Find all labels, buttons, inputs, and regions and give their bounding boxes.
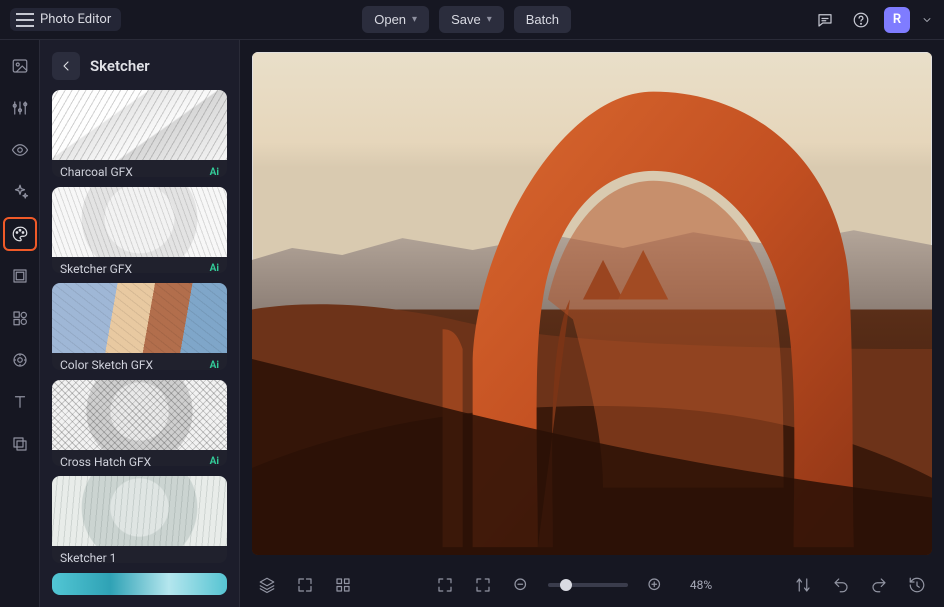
effect-thumb <box>52 283 227 353</box>
effect-thumb <box>52 187 227 257</box>
retouch-icon[interactable] <box>8 348 32 372</box>
avatar[interactable]: R <box>884 7 910 33</box>
redo-icon[interactable] <box>868 574 890 596</box>
bottombar-center: 48% <box>434 574 712 596</box>
palette-icon[interactable] <box>8 222 32 246</box>
zoom-out-icon[interactable] <box>510 574 532 596</box>
effect-label: Cross Hatch GFX <box>60 455 151 467</box>
sidebar-head: Sketcher <box>40 40 239 90</box>
bottombar-right <box>792 574 928 596</box>
effect-card-crosshatch[interactable]: Cross Hatch GFX Ai <box>52 380 227 467</box>
compare-icon[interactable] <box>792 574 814 596</box>
effects-sidebar: Sketcher Charcoal GFX Ai Sketcher GFX Ai C… <box>40 40 240 607</box>
comment-icon[interactable] <box>812 7 838 33</box>
fit-icon[interactable] <box>472 574 494 596</box>
topbar-right: R <box>812 7 934 33</box>
sparkles-icon[interactable] <box>8 180 32 204</box>
effect-thumb <box>52 380 227 450</box>
effect-card-partial[interactable] <box>52 573 227 595</box>
bottombar-left <box>256 574 354 596</box>
tool-rail <box>0 40 40 607</box>
hamburger-icon <box>16 13 34 27</box>
help-icon[interactable] <box>848 7 874 33</box>
effect-card-colorsketch[interactable]: Color Sketch GFX Ai <box>52 283 227 370</box>
app-menu[interactable]: Photo Editor <box>10 8 121 31</box>
history-icon[interactable] <box>906 574 928 596</box>
main: Sketcher Charcoal GFX Ai Sketcher GFX Ai C… <box>0 40 944 607</box>
fullscreen-icon[interactable] <box>434 574 456 596</box>
ai-badge: Ai <box>210 456 219 466</box>
chevron-down-icon: ▾ <box>412 14 417 25</box>
chevron-down-icon: ▾ <box>487 14 492 25</box>
frame-icon[interactable] <box>8 264 32 288</box>
effect-label: Charcoal GFX <box>60 165 133 177</box>
back-button[interactable] <box>52 52 80 80</box>
layers-icon[interactable] <box>8 432 32 456</box>
save-button[interactable]: Save▾ <box>439 6 504 33</box>
effects-list[interactable]: Charcoal GFX Ai Sketcher GFX Ai Color Sket… <box>40 90 239 607</box>
topbar: Photo Editor Open▾ Save▾ Batch R <box>0 0 944 40</box>
image-tool-icon[interactable] <box>8 54 32 78</box>
ai-badge: Ai <box>210 263 219 273</box>
effect-thumb <box>52 573 227 595</box>
effect-card-sketcher1[interactable]: Sketcher 1 <box>52 476 227 563</box>
effect-label: Sketcher GFX <box>60 262 132 274</box>
zoom-thumb[interactable] <box>560 579 572 591</box>
batch-button[interactable]: Batch <box>514 6 571 33</box>
effect-card-sketcher[interactable]: Sketcher GFX Ai <box>52 187 227 274</box>
eye-icon[interactable] <box>8 138 32 162</box>
open-button[interactable]: Open▾ <box>362 6 429 33</box>
ai-badge: Ai <box>210 167 219 177</box>
canvas-image <box>252 52 932 555</box>
chevron-down-icon[interactable] <box>920 7 934 33</box>
sliders-icon[interactable] <box>8 96 32 120</box>
text-icon[interactable] <box>8 390 32 414</box>
topbar-center: Open▾ Save▾ Batch <box>362 6 571 33</box>
shapes-icon[interactable] <box>8 306 32 330</box>
effect-label: Color Sketch GFX <box>60 358 153 370</box>
undo-icon[interactable] <box>830 574 852 596</box>
canvas-area: 48% <box>240 40 944 607</box>
zoom-slider[interactable] <box>548 583 628 587</box>
effect-thumb <box>52 476 227 546</box>
panel-title: Sketcher <box>90 57 150 75</box>
app-title: Photo Editor <box>40 12 111 27</box>
effect-thumb <box>52 90 227 160</box>
effect-card-charcoal[interactable]: Charcoal GFX Ai <box>52 90 227 177</box>
zoom-value: 48% <box>690 578 712 592</box>
expand-icon[interactable] <box>294 574 316 596</box>
zoom-in-icon[interactable] <box>644 574 666 596</box>
ai-badge: Ai <box>210 360 219 370</box>
effect-label: Sketcher 1 <box>60 551 116 563</box>
bottombar: 48% <box>240 563 944 607</box>
canvas[interactable] <box>252 52 932 555</box>
stack-icon[interactable] <box>256 574 278 596</box>
grid-icon[interactable] <box>332 574 354 596</box>
